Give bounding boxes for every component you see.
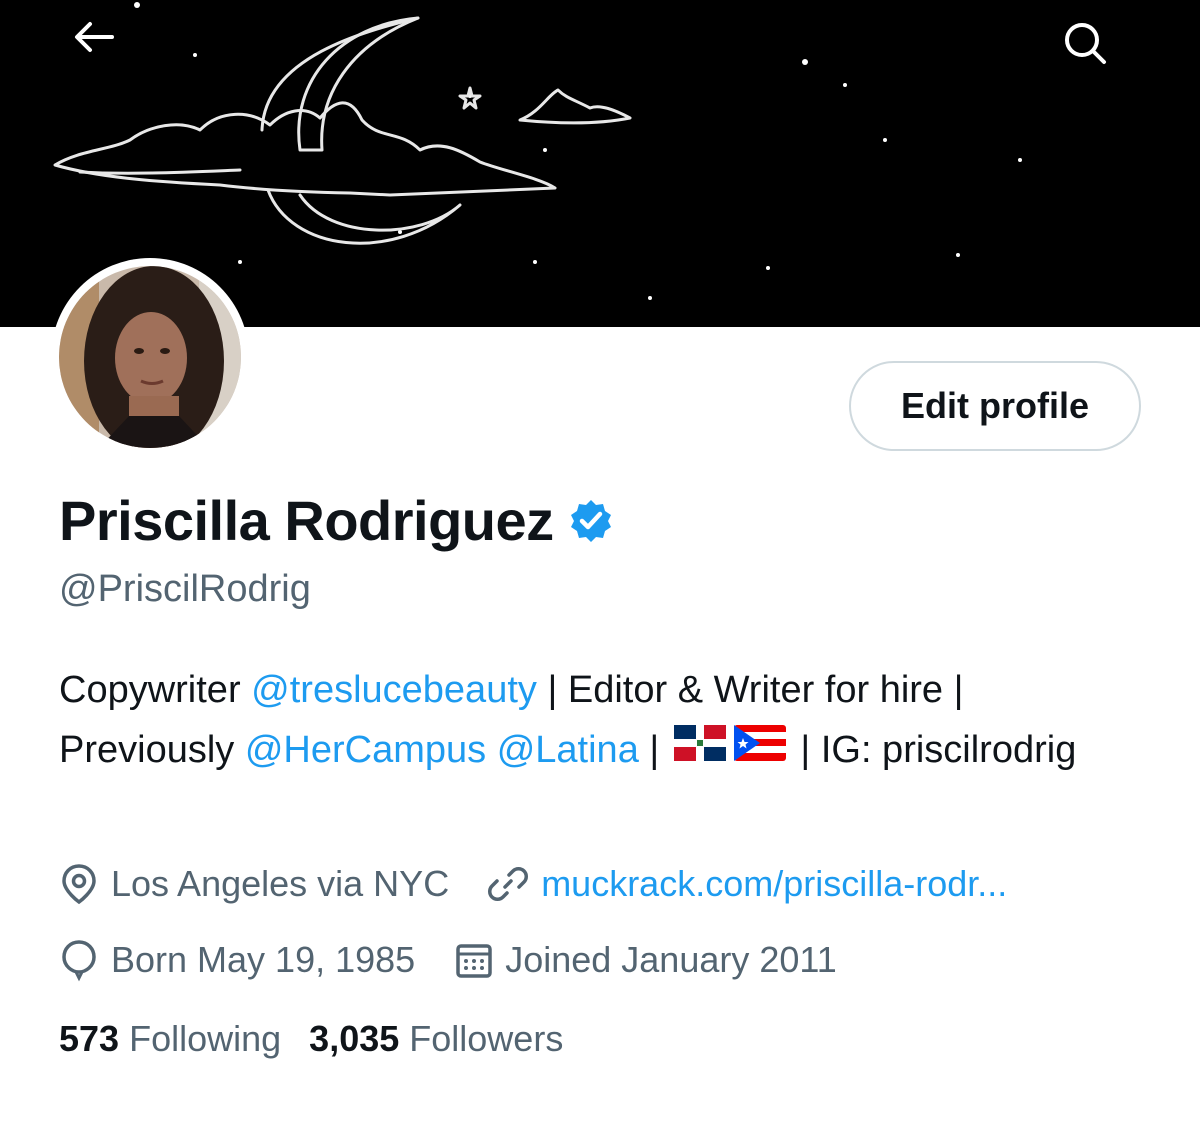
mention-link-hercampus[interactable]: @HerCampus <box>245 729 486 771</box>
back-button[interactable] <box>72 20 136 80</box>
arrow-left-icon <box>75 22 114 52</box>
joined-date: Joined January 2011 <box>455 939 837 981</box>
verified-badge-icon[interactable] <box>568 498 614 549</box>
search-icon <box>1065 23 1106 64</box>
link-icon <box>488 867 529 901</box>
profile-handle: @PriscilRodrig <box>59 568 311 610</box>
puerto-rico-flag-icon <box>733 719 786 779</box>
mention-link-treslucebeauty[interactable]: @treslucebeauty <box>251 669 537 711</box>
bio-text: | IG: priscilrodrig <box>789 729 1077 771</box>
profile-avatar[interactable] <box>51 258 249 456</box>
following-stat[interactable]: 573 Following <box>59 1018 281 1060</box>
birthday-text: Born May 19, 1985 <box>111 939 416 980</box>
location-text: Los Angeles via NYC <box>111 863 450 904</box>
website-link[interactable]: muckrack.com/priscilla-rodr... <box>541 863 1007 905</box>
balloon-icon <box>62 940 96 982</box>
calendar-icon <box>456 944 492 978</box>
location: Los Angeles via NYC <box>59 862 449 906</box>
location-pin-icon <box>62 864 96 905</box>
followers-stat[interactable]: 3,035 Followers <box>309 1018 563 1060</box>
bio-text: | <box>638 729 670 771</box>
profile-meta-row-1: Los Angeles via NYC muckrack.com/priscil… <box>59 862 1007 906</box>
search-button[interactable] <box>1062 20 1126 80</box>
following-label: Following <box>129 1018 282 1059</box>
follow-stats: 573 Following 3,035 Followers <box>59 1018 591 1060</box>
followers-count: 3,035 <box>309 1018 400 1059</box>
dominican-republic-flag-icon <box>673 719 726 779</box>
profile-meta-row-2: Born May 19, 1985 Joined January 2011 <box>59 938 837 982</box>
following-count: 573 <box>59 1018 120 1059</box>
followers-label: Followers <box>409 1018 564 1059</box>
bio-text: Copywriter <box>59 669 252 711</box>
edit-profile-button[interactable]: Edit profile <box>849 361 1141 451</box>
mention-link-latina[interactable]: @Latina <box>497 729 639 771</box>
profile-bio: Copywriter @treslucebeauty | Editor & Wr… <box>59 660 1139 782</box>
birthday: Born May 19, 1985 <box>59 938 415 982</box>
profile-name: Priscilla Rodriguez <box>59 489 554 552</box>
bio-text <box>486 729 497 771</box>
avatar-photo <box>59 266 241 448</box>
website[interactable]: muckrack.com/priscilla-rodr... <box>487 863 1007 905</box>
profile-name-row: Priscilla Rodriguez <box>59 488 614 553</box>
joined-text: Joined January 2011 <box>505 939 837 980</box>
